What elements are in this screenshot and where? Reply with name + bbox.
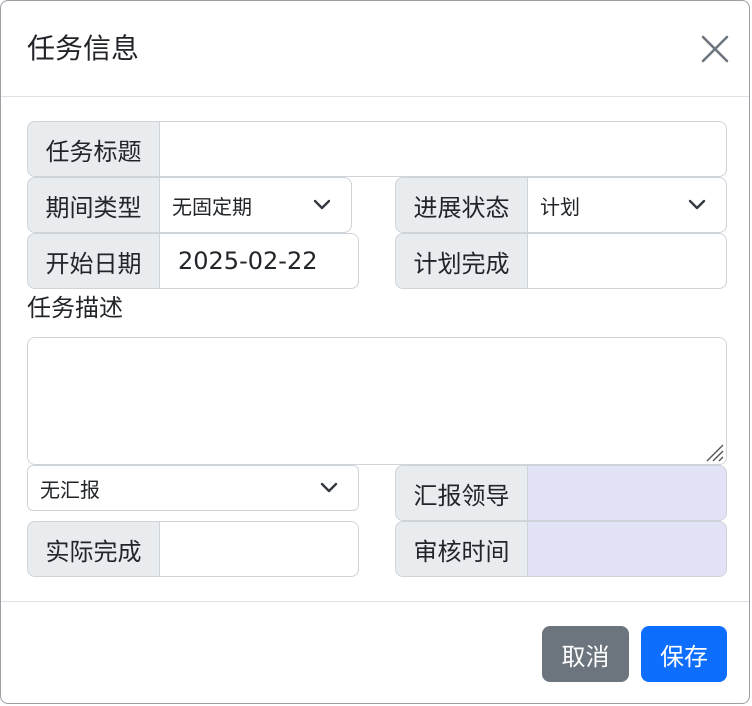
progress-status-label: 进展状态 <box>395 177 528 233</box>
chevron-down-icon <box>313 199 331 210</box>
period-type-selected: 无固定期 <box>172 194 252 219</box>
review-time-input <box>528 521 727 577</box>
start-date-value: 2025-02-22 <box>178 247 318 275</box>
chevron-down-icon <box>688 199 706 210</box>
progress-status-group: 进展状态 计划 <box>395 177 727 233</box>
period-type-group: 期间类型 无固定期 <box>27 177 352 233</box>
report-type-selected: 无汇报 <box>40 477 100 502</box>
cancel-button[interactable]: 取消 <box>542 626 629 682</box>
review-time-label: 审核时间 <box>395 521 528 577</box>
save-button[interactable]: 保存 <box>641 626 727 682</box>
actual-completion-group: 实际完成 <box>27 521 359 577</box>
chevron-down-icon <box>320 482 338 493</box>
task-info-modal: 任务信息 任务标题 期间类型 无固定期 进展状态 计划 开始日期 2025-02… <box>0 0 750 704</box>
planned-completion-label: 计划完成 <box>395 233 528 289</box>
actual-completion-label: 实际完成 <box>27 521 160 577</box>
review-time-group: 审核时间 <box>395 521 727 577</box>
modal-footer: 取消 保存 <box>1 601 749 705</box>
start-date-label: 开始日期 <box>27 233 160 289</box>
resize-grip-icon[interactable] <box>702 440 724 462</box>
planned-completion-input[interactable] <box>528 233 727 289</box>
start-date-input[interactable]: 2025-02-22 <box>160 233 359 289</box>
close-icon <box>701 35 729 63</box>
modal-header: 任务信息 <box>1 1 749 97</box>
report-type-select[interactable]: 无汇报 <box>27 465 359 511</box>
close-button[interactable] <box>699 33 731 65</box>
task-title-input[interactable] <box>160 121 727 177</box>
period-type-select[interactable]: 无固定期 <box>160 177 352 233</box>
task-title-label: 任务标题 <box>27 121 160 177</box>
task-title-group: 任务标题 <box>27 121 727 177</box>
planned-completion-group: 计划完成 <box>395 233 727 289</box>
period-type-label: 期间类型 <box>27 177 160 233</box>
report-leader-label: 汇报领导 <box>395 465 528 521</box>
task-description-textarea[interactable] <box>27 337 727 465</box>
modal-title: 任务信息 <box>27 32 140 65</box>
task-description-label: 任务描述 <box>27 294 123 322</box>
progress-status-select[interactable]: 计划 <box>528 177 727 233</box>
report-leader-group: 汇报领导 <box>395 465 727 521</box>
actual-completion-input[interactable] <box>160 521 359 577</box>
progress-status-selected: 计划 <box>540 194 580 219</box>
start-date-group: 开始日期 2025-02-22 <box>27 233 359 289</box>
report-leader-input <box>528 465 727 521</box>
